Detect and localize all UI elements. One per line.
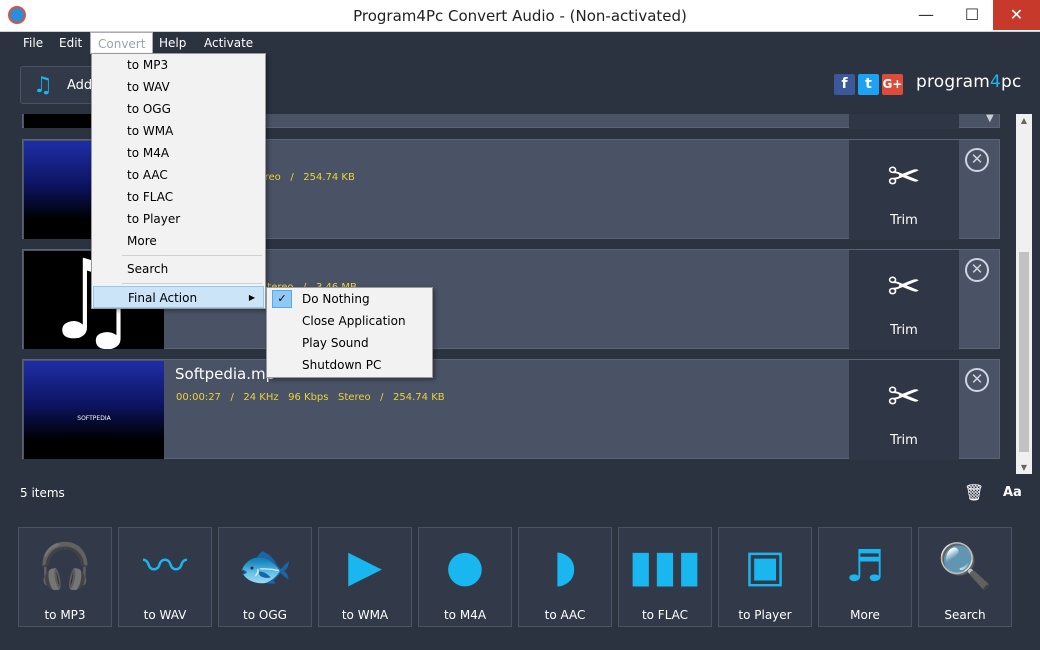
format-label: to MP3 bbox=[44, 608, 86, 622]
minimize-button[interactable]: — bbox=[903, 0, 949, 30]
format-label: to WMA bbox=[341, 608, 389, 622]
format-label: to AAC bbox=[544, 608, 586, 622]
format-label: More bbox=[850, 608, 880, 622]
trim-area bbox=[849, 114, 959, 129]
menu-item-to-flac[interactable]: to FLAC bbox=[93, 186, 264, 208]
brand-logo[interactable]: program4pc bbox=[916, 72, 1022, 92]
menu-item-final-action[interactable]: Final Action ▶ bbox=[93, 286, 264, 308]
trash-icon[interactable]: 🗑 bbox=[964, 483, 984, 502]
convert-menu: to MP3 to WAV to OGG to WMA to M4A to AA… bbox=[91, 53, 266, 309]
menu-item-to-wma[interactable]: to WMA bbox=[93, 120, 264, 142]
thumbnail: SOFTPEDIA bbox=[24, 361, 164, 459]
scroll-up-icon[interactable]: ▲ bbox=[1016, 116, 1032, 125]
to-mp3-button[interactable]: 🎧 to MP3 bbox=[18, 527, 112, 627]
menu-separator bbox=[122, 255, 262, 256]
menu-item-to-aac[interactable]: to AAC bbox=[93, 164, 264, 186]
menu-item-to-mp3[interactable]: to MP3 bbox=[93, 54, 264, 76]
menu-file[interactable]: File bbox=[16, 32, 50, 54]
remove-icon[interactable]: ✕ bbox=[965, 148, 989, 172]
trim-label: Trim bbox=[890, 213, 918, 228]
menu-activate[interactable]: Activate bbox=[197, 32, 260, 54]
menu-item-to-wav[interactable]: to WAV bbox=[93, 76, 264, 98]
scrollbar-thumb[interactable] bbox=[1019, 252, 1029, 452]
menu-convert[interactable]: Convert bbox=[90, 32, 154, 54]
google-plus-icon[interactable]: G+ bbox=[882, 74, 903, 95]
music-note-icon: ♫ bbox=[33, 73, 53, 98]
chevron-down-icon: ▼ bbox=[986, 114, 994, 124]
scissors-icon: ✂ bbox=[887, 374, 921, 420]
menu-item-to-m4a[interactable]: to M4A bbox=[93, 142, 264, 164]
scroll-down-icon[interactable]: ▼ bbox=[1016, 463, 1032, 472]
maximize-button[interactable]: ☐ bbox=[949, 0, 995, 30]
window-title: Program4Pc Convert Audio - (Non-activate… bbox=[353, 7, 687, 25]
close-button[interactable]: ✕ bbox=[993, 0, 1040, 30]
item-count: 5 items bbox=[20, 486, 65, 500]
aac-swoosh-icon: ◗ bbox=[553, 541, 577, 592]
format-label: Search bbox=[944, 608, 986, 622]
to-player-button[interactable]: ▣ to Player bbox=[718, 527, 812, 627]
submenu-item-do-nothing[interactable]: ✓ Do Nothing bbox=[268, 288, 431, 310]
submenu-item-shutdown-pc[interactable]: Shutdown PC bbox=[268, 354, 431, 376]
menu-help[interactable]: Help bbox=[152, 32, 193, 54]
remove-icon[interactable]: ✕ bbox=[965, 258, 989, 282]
final-action-submenu: ✓ Do Nothing Close Application Play Soun… bbox=[266, 287, 433, 378]
to-m4a-button[interactable]: ● to M4A bbox=[418, 527, 512, 627]
equalizer-icon: ▮▮▮ bbox=[628, 541, 702, 592]
apple-icon: ● bbox=[445, 541, 485, 592]
to-wav-button[interactable]: 〰 to WAV bbox=[118, 527, 212, 627]
fish-icon: 🐟 bbox=[237, 541, 293, 592]
music-notes-icon: ♬ bbox=[845, 541, 885, 592]
trim-label: Trim bbox=[890, 433, 918, 448]
trim-button[interactable]: ✂ Trim bbox=[849, 250, 959, 350]
format-label: to Player bbox=[738, 608, 792, 622]
menu-item-to-player[interactable]: to Player bbox=[93, 208, 264, 230]
font-button[interactable]: Aa bbox=[1003, 485, 1022, 500]
add-label: Add bbox=[67, 78, 93, 93]
thumbnail-text: SOFTPEDIA bbox=[77, 415, 111, 422]
search-button[interactable]: 🔍 Search bbox=[918, 527, 1012, 627]
submenu-item-close-application[interactable]: Close Application bbox=[268, 310, 431, 332]
to-wma-button[interactable]: ▶ to WMA bbox=[318, 527, 412, 627]
trim-button[interactable]: ✂ Trim bbox=[849, 140, 959, 240]
title-bar: Program4Pc Convert Audio - (Non-activate… bbox=[0, 0, 1040, 32]
menu-item-to-ogg[interactable]: to OGG bbox=[93, 98, 264, 120]
status-row: 5 items 🗑 Aa bbox=[8, 476, 1032, 510]
play-icon: ▶ bbox=[348, 541, 382, 592]
file-name: Softpedia.mp bbox=[175, 365, 276, 383]
menu-separator bbox=[122, 283, 262, 284]
to-aac-button[interactable]: ◗ to AAC bbox=[518, 527, 612, 627]
to-flac-button[interactable]: ▮▮▮ to FLAC bbox=[618, 527, 712, 627]
menu-item-more[interactable]: More bbox=[93, 230, 264, 252]
to-ogg-button[interactable]: 🐟 to OGG bbox=[218, 527, 312, 627]
menu-item-search[interactable]: Search bbox=[93, 258, 264, 280]
twitter-icon[interactable]: t bbox=[858, 74, 879, 95]
chevron-right-icon: ▶ bbox=[248, 293, 255, 302]
waveform-icon: 〰 bbox=[143, 541, 187, 592]
format-bar: 🎧 to MP3 〰 to WAV 🐟 to OGG ▶ to WMA ● to… bbox=[8, 512, 1032, 642]
format-label: to OGG bbox=[243, 608, 287, 622]
remove-icon[interactable]: ✕ bbox=[965, 368, 989, 392]
submenu-item-play-sound[interactable]: Play Sound bbox=[268, 332, 431, 354]
facebook-icon[interactable]: f bbox=[834, 74, 855, 95]
submenu-label: Do Nothing bbox=[302, 292, 370, 306]
player-icon: ▣ bbox=[744, 541, 786, 592]
scissors-icon: ✂ bbox=[887, 154, 921, 200]
list-item[interactable]: SOFTPEDIA Softpedia.mp 00:00:27 / 24 KHz… bbox=[22, 359, 1000, 460]
scissors-icon: ✂ bbox=[887, 264, 921, 310]
list-scrollbar[interactable]: ▲ ▼ bbox=[1016, 114, 1032, 474]
format-label: to M4A bbox=[443, 608, 487, 622]
trim-label: Trim bbox=[890, 323, 918, 338]
headphones-icon: 🎧 bbox=[37, 541, 93, 592]
trim-button[interactable]: ✂ Trim bbox=[849, 360, 959, 460]
final-action-label: Final Action bbox=[128, 291, 198, 305]
file-meta: 00:00:27 / 24 KHz 96 Kbps Stereo / 254.7… bbox=[176, 392, 445, 403]
format-label: to WAV bbox=[143, 608, 187, 622]
more-button[interactable]: ♬ More bbox=[818, 527, 912, 627]
search-icon: 🔍 bbox=[937, 541, 993, 592]
menu-bar: File Edit Convert Help Activate bbox=[8, 32, 1032, 54]
format-label: to FLAC bbox=[641, 608, 689, 622]
checkmark-icon: ✓ bbox=[272, 290, 292, 308]
menu-edit[interactable]: Edit bbox=[52, 32, 89, 54]
